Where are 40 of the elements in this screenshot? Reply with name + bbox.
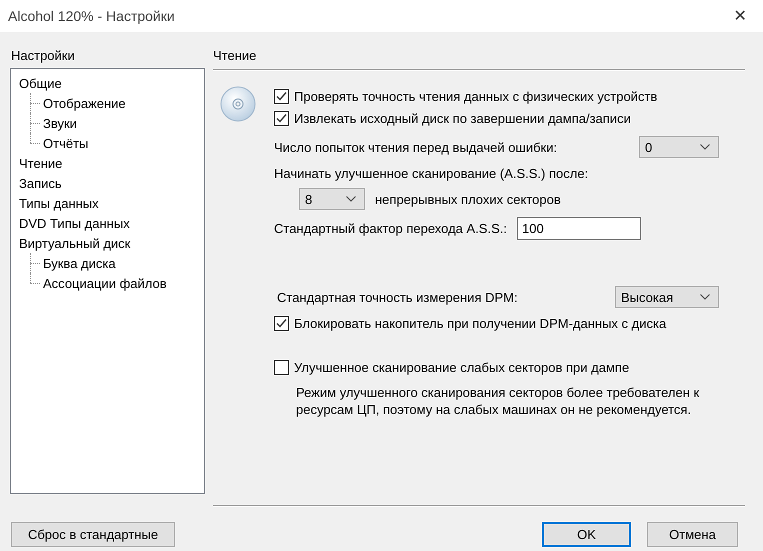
- chevron-icon: [346, 196, 356, 202]
- dropdown[interactable]: Высокая: [615, 286, 719, 308]
- close-button[interactable]: ✕: [717, 6, 763, 26]
- chevron-icon: [700, 294, 710, 300]
- checkbox-label: Блокировать накопитель при получении DPM-данных с диска: [294, 316, 666, 330]
- disc-icon: [220, 86, 256, 122]
- tree-item[interactable]: Звуки: [43, 116, 77, 130]
- tree-item[interactable]: DVD Типы данных: [19, 216, 130, 230]
- field-label: Начинать улучшенное сканирование (A.S.S.) после:: [274, 166, 588, 180]
- checkbox[interactable]: [274, 316, 289, 330]
- tree-item[interactable]: Отображение: [43, 96, 126, 110]
- field-label: Число попыток чтения перед выдачей ошибки:: [274, 140, 558, 154]
- checkbox-label: Извлекать исходный диск по завершении дампа/записи: [294, 110, 631, 126]
- sidebar-title: Настройки: [10, 47, 76, 65]
- unit-label: непрерывных плохих секторов: [375, 192, 561, 206]
- input-field[interactable]: 100: [516, 216, 641, 240]
- reset-button[interactable]: Сброс в стандартные: [11, 522, 175, 547]
- tree-item[interactable]: Буква диска: [43, 256, 116, 270]
- dialog-button[interactable]: OK: [542, 522, 631, 547]
- description-text: Режим улучшенного сканирования секторов более требователен к ресурсам ЦП, поэтому на слабых машинах он не рекомендуется.: [296, 384, 700, 418]
- tree-item[interactable]: Чтение: [19, 156, 62, 170]
- section-title: Чтение: [213, 47, 258, 64]
- checkbox[interactable]: [274, 110, 289, 126]
- checkbox[interactable]: [274, 88, 289, 104]
- field-label: Стандартная точность измерения DPM:: [277, 290, 518, 304]
- field-label: Стандартный фактор перехода A.S.S.:: [274, 220, 507, 236]
- tree-item[interactable]: Ассоциации файлов: [43, 276, 167, 290]
- dialog-button[interactable]: Отмена: [647, 522, 738, 547]
- checkbox-label: Улучшенное сканирование слабых секторов при дампе: [294, 360, 630, 374]
- tree-item[interactable]: Отчёты: [43, 136, 88, 150]
- tree-item[interactable]: Типы данных: [19, 196, 99, 210]
- checkbox[interactable]: [274, 360, 289, 374]
- window-title: Alcohol 120% - Настройки: [8, 8, 175, 24]
- tree-item[interactable]: Запись: [19, 176, 62, 190]
- tree-item[interactable]: Виртуальный диск: [19, 236, 130, 250]
- dropdown[interactable]: 0: [639, 136, 719, 158]
- dropdown[interactable]: 8: [299, 188, 365, 210]
- chevron-icon: [700, 144, 710, 150]
- checkbox-label: Проверять точность чтения данных с физических устройств: [294, 88, 658, 104]
- tree-item[interactable]: Общие: [19, 76, 62, 90]
